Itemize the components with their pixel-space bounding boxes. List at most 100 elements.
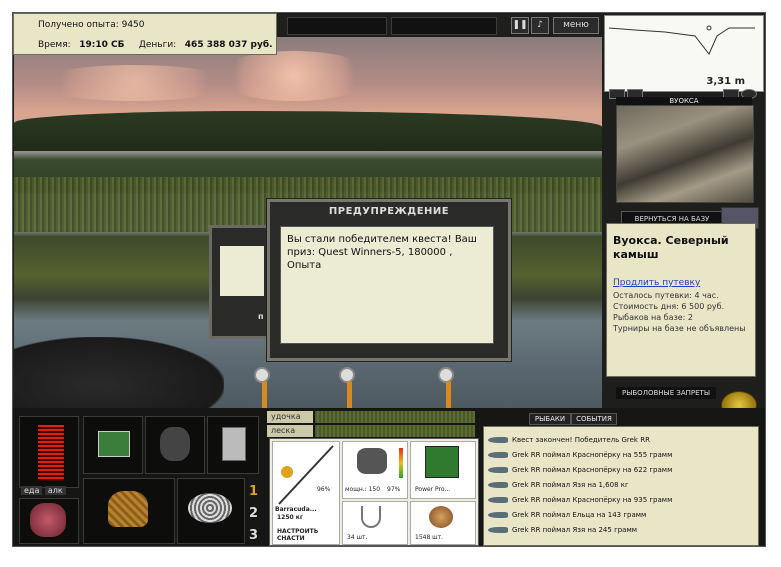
money-label: Деньги: [138, 40, 177, 50]
status-bar-2 [391, 17, 497, 35]
rod-line-status: удочка леска [267, 411, 477, 439]
time-money-line: Время: 19:10 СБ Деньги: 465 388 037 руб. [38, 40, 273, 50]
slot-number-2[interactable]: 2 [249, 506, 258, 521]
feed-text: Grek RR поймал Язя на 245 грамм [512, 526, 638, 534]
dialog-title: ПРЕДУПРЕЖДЕНИЕ [328, 206, 450, 217]
status-bar-1 [287, 17, 387, 35]
dialog-message: Вы стали победителем квеста! Ваш приз: Q… [280, 226, 494, 344]
speaker-icon: ♪ [537, 20, 543, 30]
line-name: Power Pro... [415, 486, 451, 493]
base-title: Вуокса. Северный камыш [613, 234, 729, 261]
fishing-bans-button[interactable]: РЫБОЛОВНЫЕ ЗАПРЕТЫ [616, 387, 716, 399]
list-item: Квест закончен! Победитель Grek RR [488, 433, 650, 447]
reel-slot[interactable]: мощн.: 150 97% [342, 441, 408, 499]
hooks-count: 34 шт. [347, 534, 368, 541]
feed-text: Grek RR поймал Краснопёрку на 935 грамм [512, 496, 673, 504]
menu-button[interactable]: меню [553, 17, 599, 34]
game-window: Получено опыта: 9450 Время: 19:10 СБ Ден… [12, 12, 766, 547]
power-meter [38, 425, 64, 481]
extend-permit-link[interactable]: Продлить путевку [613, 278, 700, 288]
rod-durability-bar [315, 411, 475, 423]
money-value: 465 388 037 руб. [184, 40, 273, 50]
list-item: Grek RR поймал Краснопёрку на 935 грамм [488, 493, 672, 507]
feed-text: Grek RR поймал Краснопёрку на 555 грамм [512, 451, 673, 459]
tab-food[interactable]: еда [21, 486, 43, 495]
fish-icon [488, 497, 508, 503]
fish-icon [488, 467, 508, 473]
tackle-box-icon [98, 431, 130, 457]
feed-text: Квест закончен! Победитель Grek RR [512, 436, 650, 444]
line-slot[interactable]: Power Pro... [410, 441, 476, 499]
base-info-lines: Осталось путевки: 4 час. Стоимость дня: … [613, 290, 746, 334]
hud-info-panel: Получено опыта: 9450 Время: 19:10 СБ Ден… [13, 13, 277, 55]
depth-readout: 3,31 m [706, 76, 745, 87]
rod-label: удочка [267, 411, 313, 423]
bait-count: 1548 шт. [415, 534, 444, 541]
backpack-slot[interactable] [145, 416, 205, 474]
background-dialog-letter: п [258, 312, 264, 321]
list-item: Grek RR поймал Язя на 1,608 кг [488, 478, 629, 492]
tackle-box-slot[interactable] [83, 416, 143, 474]
base-info-panel: Вуокса. Северный камыш Продлить путевку … [606, 223, 756, 377]
location-photo [616, 105, 754, 203]
rod-slot[interactable]: 96% Barracuda... 1250 кг НАСТРОИТЬ СНАСТ… [272, 441, 340, 545]
setup-tackle-button[interactable]: НАСТРОИТЬ СНАСТИ [277, 528, 318, 542]
tackle-panel: 96% Barracuda... 1250 кг НАСТРОИТЬ СНАСТ… [269, 438, 479, 546]
keepnet-slot[interactable] [177, 478, 245, 544]
hook-icon [361, 506, 381, 528]
feed-text: Grek RR поймал Ельца на 143 грамм [512, 511, 647, 519]
time-value: 19:10 СБ [79, 40, 125, 50]
list-item: Grek RR поймал Краснопёрку на 555 грамм [488, 448, 672, 462]
shore-rocks [14, 337, 224, 417]
day-cost: Стоимость дня: 6 500 руб. [613, 302, 725, 311]
slot-number-3[interactable]: 3 [249, 528, 258, 543]
rod-weight: 1250 кг [277, 514, 303, 521]
feed-text: Grek RR поймал Краснопёрку на 622 грамм [512, 466, 673, 474]
events-feed: Квест закончен! Победитель Grek RR Grek … [483, 426, 759, 546]
device-slot[interactable] [207, 416, 259, 474]
slot-number-1[interactable]: 1 [249, 484, 258, 499]
basket-slot[interactable] [83, 478, 175, 544]
keepnet-icon [188, 493, 232, 523]
backpack-icon [160, 427, 190, 461]
line-label: леска [267, 425, 313, 437]
tab-alk[interactable]: алк [44, 486, 66, 495]
list-item: Grek RR поймал Ельца на 143 грамм [488, 508, 646, 522]
bait-bag-icon [30, 503, 66, 537]
treeline [14, 111, 602, 151]
experience-text: Получено опыта: 9450 [38, 20, 145, 30]
fishers-count: Рыбаков на базе: 2 [613, 313, 693, 322]
cloud [34, 65, 234, 101]
tournaments-status: Турниры на базе не объявлены [613, 324, 746, 333]
line-durability-bar [315, 425, 475, 437]
tab-events[interactable]: СОБЫТИЯ [571, 413, 617, 425]
bait-icon [429, 506, 453, 528]
reel-percent: 97% [387, 486, 401, 493]
rod-icon [278, 445, 334, 505]
basket-icon [108, 491, 148, 527]
pause-icon: ❚❚ [512, 20, 528, 30]
time-label: Время: [38, 40, 71, 50]
hook-slot[interactable]: 34 шт. [342, 501, 408, 545]
cloud [214, 51, 374, 101]
fish-icon [488, 452, 508, 458]
fish-icon [488, 527, 508, 533]
bait-bag-slot[interactable] [19, 498, 79, 544]
list-item: Grek RR поймал Язя на 245 грамм [488, 523, 637, 537]
echo-sounder-icon [222, 427, 246, 461]
pause-button[interactable]: ❚❚ [511, 17, 529, 34]
fish-icon [488, 512, 508, 518]
fish-icon [488, 437, 508, 443]
depth-minimap[interactable]: 3,31 m [604, 15, 764, 92]
reel-icon [357, 448, 387, 474]
background-dialog-content [220, 246, 264, 296]
sound-button[interactable]: ♪ [531, 17, 549, 34]
rod-percent: 96% [317, 486, 331, 493]
reel-power: мощн.: 150 [345, 486, 381, 493]
reel-wear-bar [399, 448, 403, 478]
fish-icon [488, 482, 508, 488]
fishing-line-icon [425, 446, 459, 478]
tab-fishers[interactable]: РЫБАКИ [529, 413, 571, 425]
warning-dialog[interactable]: ПРЕДУПРЕЖДЕНИЕ Вы стали победителем квес… [267, 199, 511, 361]
bait-slot[interactable]: 1548 шт. [410, 501, 476, 545]
